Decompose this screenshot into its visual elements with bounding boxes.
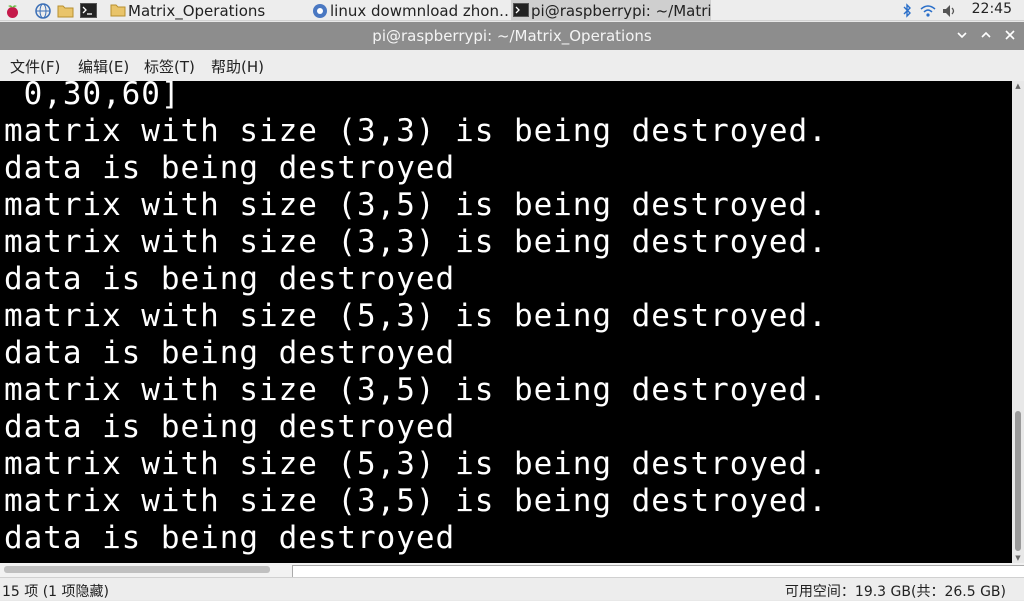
minimize-button[interactable] — [952, 25, 972, 45]
volume-icon[interactable] — [941, 2, 958, 19]
terminal-line: matrix with size (3,5) is being destroye… — [4, 483, 828, 519]
terminal-line: 0,30,60] — [4, 81, 181, 112]
task-label: pi@raspberrypi: ~/Matri… — [531, 1, 711, 20]
terminal-line: matrix with size (5,3) is being destroye… — [4, 446, 828, 482]
terminal-line: matrix with size (3,3) is being destroye… — [4, 224, 828, 260]
web-browser-icon[interactable] — [34, 2, 51, 19]
scroll-up-arrow-icon[interactable]: ▲ — [1012, 81, 1024, 91]
terminal-line: matrix with size (3,5) is being destroye… — [4, 187, 828, 223]
menu-tabs[interactable]: 标签(T) — [144, 56, 195, 77]
task-terminal[interactable]: pi@raspberrypi: ~/Matri… — [511, 0, 711, 21]
scrollbar-thumb[interactable] — [1015, 411, 1021, 551]
raspberry-menu-icon[interactable] — [4, 2, 21, 19]
file-list-pane — [292, 565, 1024, 577]
status-bar: 15 项 (1 项隐藏) 可用空间：19.3 GB(共：26.5 GB) — [0, 577, 1024, 600]
wifi-icon[interactable] — [919, 2, 936, 19]
task-browser[interactable]: linux dowmnload zhon… — [310, 0, 508, 21]
terminal-launcher-icon[interactable] — [80, 2, 97, 19]
scroll-down-arrow-icon[interactable]: ▼ — [1012, 553, 1024, 563]
item-count: 15 项 (1 项隐藏) — [2, 584, 109, 600]
bluetooth-icon[interactable] — [898, 2, 915, 19]
terminal-line: data is being destroyed — [4, 150, 456, 186]
terminal-line: data is being destroyed — [4, 409, 456, 445]
taskbar: Matrix_Operations linux dowmnload zhon… … — [0, 0, 1024, 21]
task-label: Matrix_Operations — [128, 1, 266, 20]
menu-bar: 文件(F) 编辑(E) 标签(T) 帮助(H) — [0, 50, 1024, 81]
maximize-button[interactable] — [976, 25, 996, 45]
chromium-icon — [312, 3, 328, 19]
terminal-scrollbar[interactable]: ▲ ▼ — [1012, 81, 1024, 563]
clock[interactable]: 22:45 — [972, 1, 1012, 17]
horizontal-scrollbar[interactable] — [4, 566, 270, 573]
terminal-line: matrix with size (3,5) is being destroye… — [4, 372, 828, 408]
task-label: linux dowmnload zhon… — [330, 1, 508, 20]
window-title: pi@raspberrypi: ~/Matrix_Operations — [372, 27, 652, 45]
terminal-line: matrix with size (3,3) is being destroye… — [4, 113, 828, 149]
file-manager-icon[interactable] — [57, 2, 74, 19]
menu-edit[interactable]: 编辑(E) — [78, 56, 129, 77]
menu-file[interactable]: 文件(F) — [10, 56, 60, 77]
task-file-manager[interactable]: Matrix_Operations — [108, 0, 306, 21]
free-space: 可用空间：19.3 GB(共：26.5 GB) — [784, 584, 1006, 600]
terminal-line: matrix with size (5,3) is being destroye… — [4, 298, 828, 334]
terminal-icon — [513, 2, 529, 19]
terminal-line: data is being destroyed — [4, 261, 456, 297]
file-manager-strip — [0, 563, 1024, 577]
close-button[interactable] — [1000, 25, 1020, 45]
window-titlebar[interactable]: pi@raspberrypi: ~/Matrix_Operations — [0, 22, 1024, 50]
terminal-line: data is being destroyed — [4, 335, 456, 371]
menu-help[interactable]: 帮助(H) — [211, 56, 264, 77]
terminal-line: data is being destroyed — [4, 520, 456, 556]
terminal-output[interactable]: 0,30,60] matrix with size (3,3) is being… — [0, 81, 1012, 563]
folder-icon — [110, 3, 126, 19]
